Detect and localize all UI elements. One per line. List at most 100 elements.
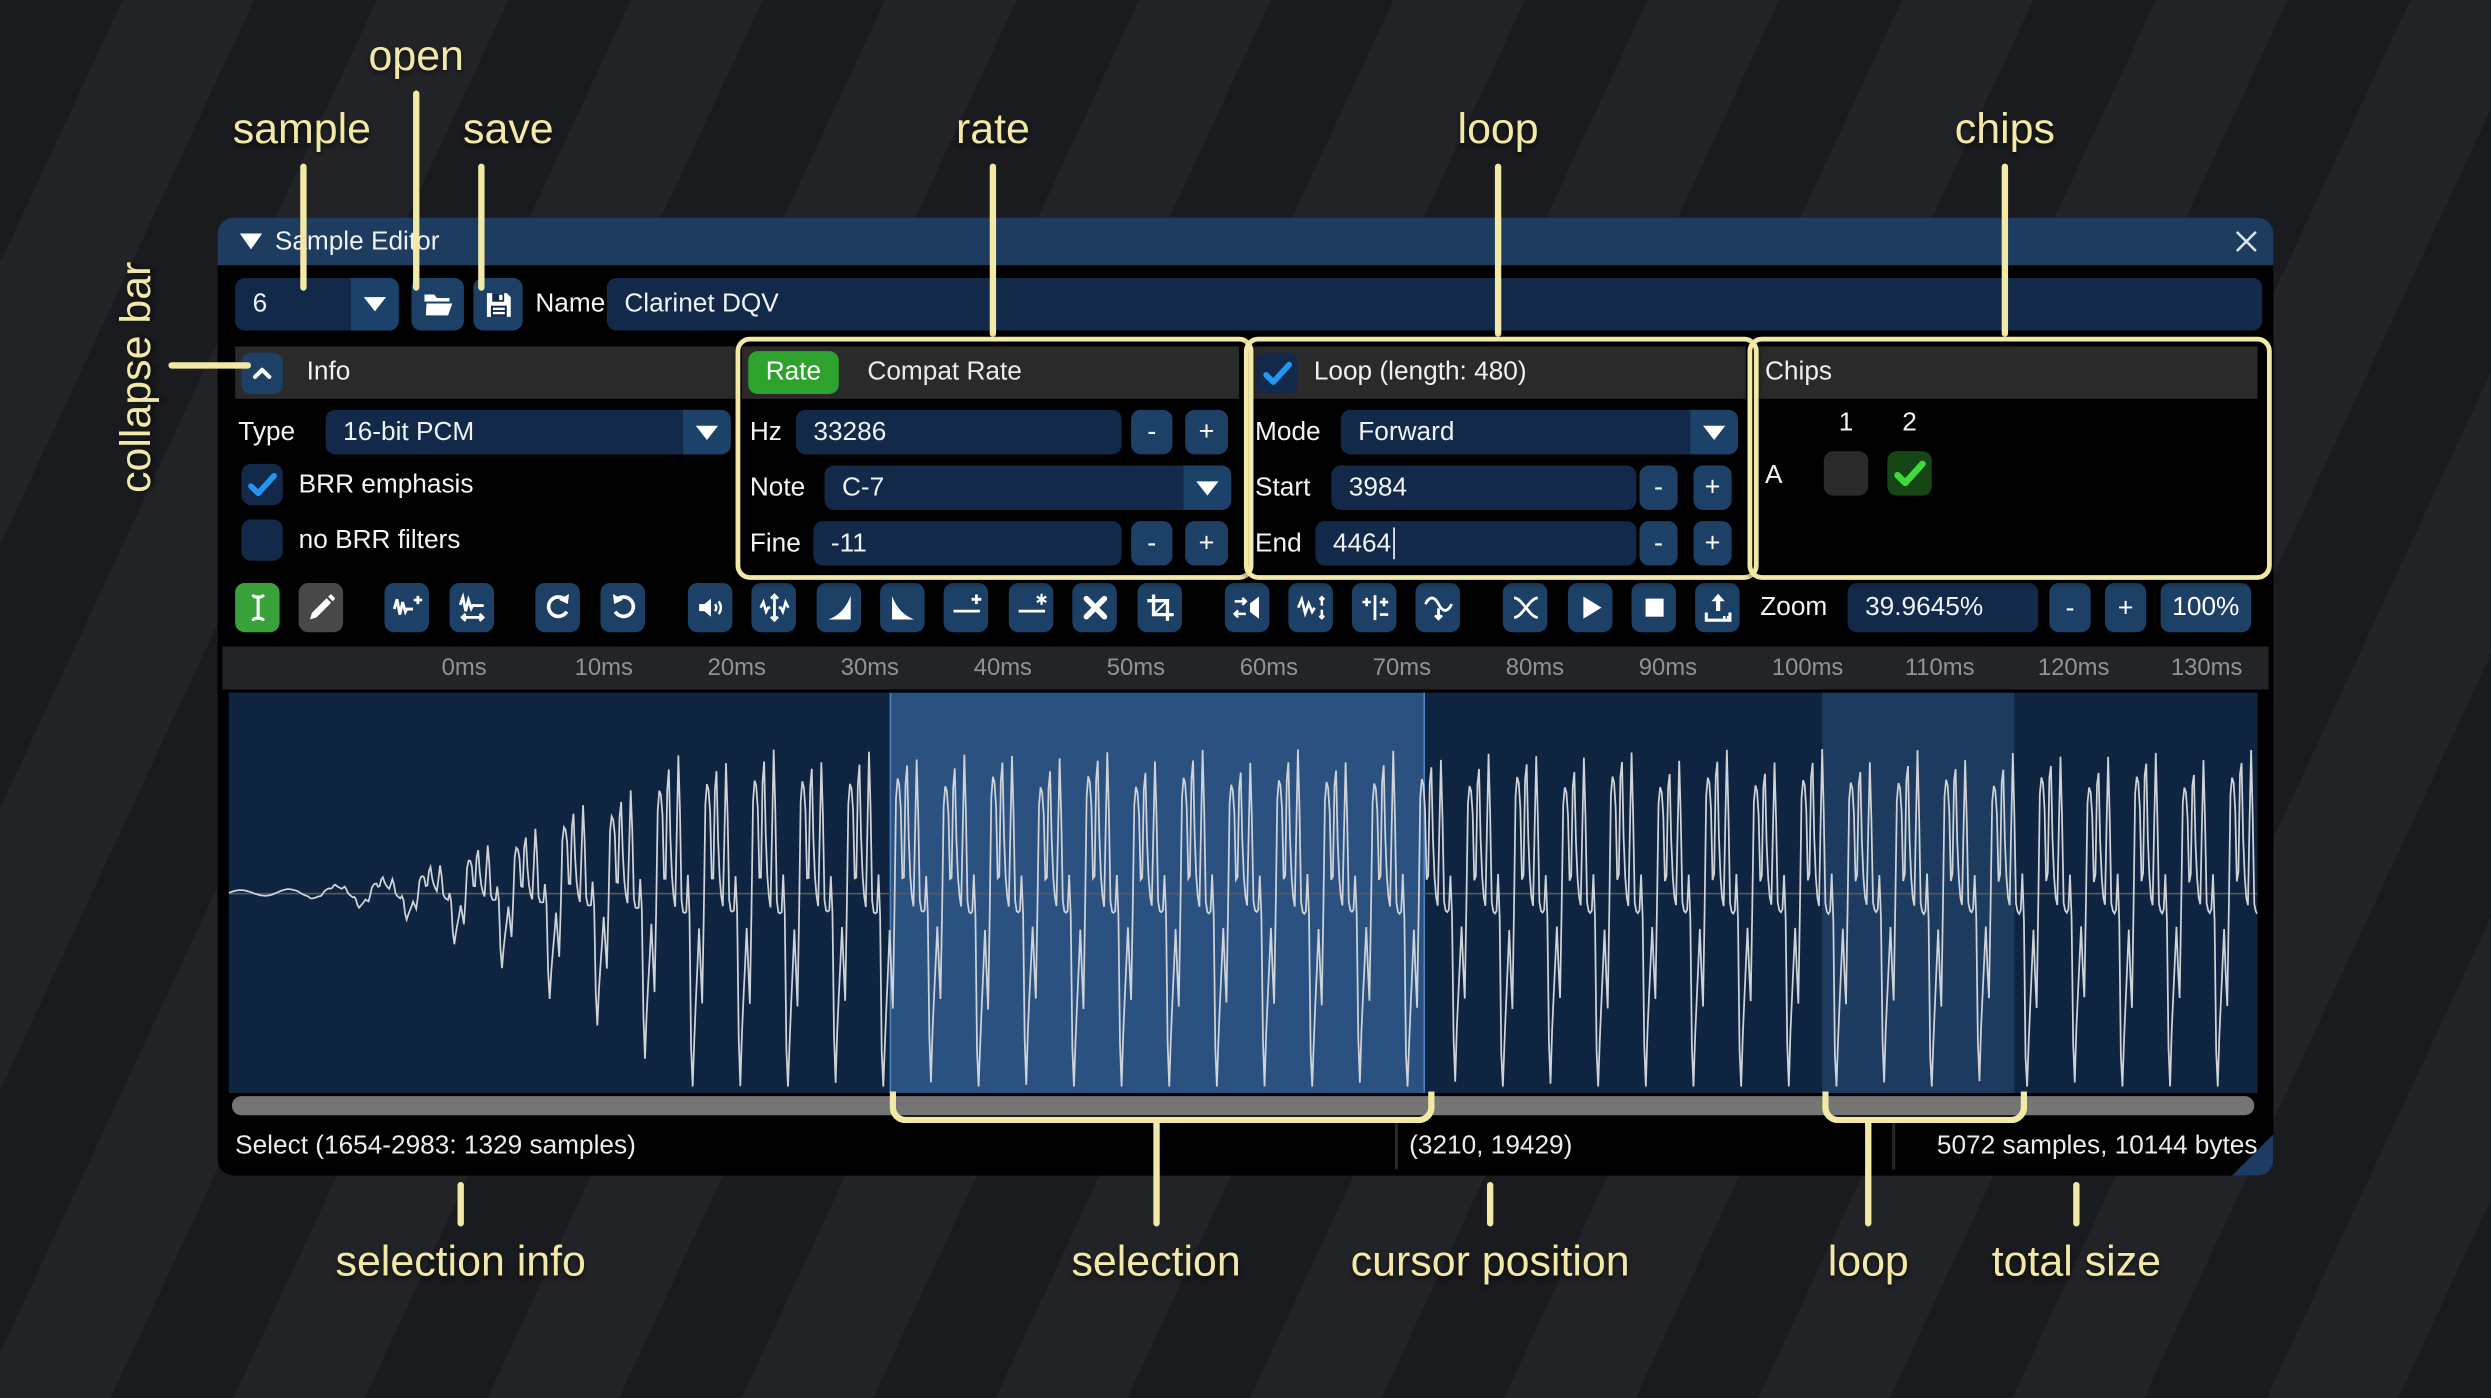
timeline-tick: 130ms [2170,654,2243,682]
insert-silence-button[interactable] [943,583,989,633]
window-title: Sample Editor [274,227,440,256]
loop-end-plus-button[interactable]: + [1693,521,1732,566]
hz-plus-button[interactable]: + [1185,409,1229,455]
sample-name-input[interactable]: Clarinet DQV [606,278,2263,331]
chevron-down-icon[interactable] [351,278,399,331]
apply-silence-button[interactable] [1008,583,1054,633]
trim-button[interactable] [1137,583,1182,633]
filter-button[interactable] [1415,583,1460,633]
text-caret [1392,527,1396,560]
info-collapse-button[interactable] [241,352,283,394]
floppy-save-icon [486,292,510,317]
select-mode-button[interactable] [235,583,280,633]
annotation-label-save: save [463,104,554,153]
timeline-tick: 120ms [2037,654,2110,682]
brr-emphasis-checkbox[interactable] [241,463,283,506]
hz-minus-button[interactable]: - [1131,409,1173,455]
invert-button[interactable] [1288,583,1333,633]
annotation-line-selection-info [457,1181,464,1227]
annotation-label-total-size: total size [1991,1237,2162,1286]
redo-icon [612,594,635,619]
reverse-button[interactable] [1224,583,1270,633]
stop-preview-button[interactable] [1631,583,1677,633]
type-select[interactable]: 16-bit PCM [325,409,731,455]
tab-rate[interactable]: Rate [748,351,839,394]
chip-checkbox[interactable] [1887,451,1932,496]
hz-label: Hz [749,417,782,446]
crossfade-button[interactable] [1502,583,1548,633]
zoom-reset-button[interactable]: 100% [2160,583,2252,633]
preview-sample-button[interactable] [1567,583,1613,633]
info-panel-title: Info [306,357,351,387]
waveform-display[interactable] [228,692,2258,1093]
chip-checkbox[interactable] [1823,451,1869,496]
loop-mode-select[interactable]: Forward [1340,409,1738,455]
open-sample-button[interactable] [411,278,464,331]
timeline-tick: 100ms [1771,654,1844,682]
timeline-ruler[interactable]: 0ms 10ms 20ms 30ms 40ms 50ms 60ms 70ms 80ms 90ms 1… [222,646,2269,690]
info-panel-header[interactable]: Info [235,346,736,399]
fine-input[interactable]: -11 [813,521,1122,566]
resize-button[interactable] [384,583,429,633]
loop-start-value: 3984 [1348,472,1408,502]
fade-in-button[interactable] [816,583,862,633]
undo-button[interactable] [535,583,580,633]
resample-button[interactable] [449,583,495,633]
annotation-label-selection: selection [1071,1237,1241,1286]
timeline-tick: 60ms [1239,654,1299,682]
chevron-down-icon[interactable] [683,409,731,455]
zoom-input[interactable]: 39.9645% [1847,583,2039,633]
redo-button[interactable] [600,583,645,633]
normalize-button[interactable] [751,583,796,633]
loop-start-plus-button[interactable]: + [1693,465,1732,510]
timeline-tick: 20ms [707,654,766,682]
fine-minus-button[interactable]: - [1131,521,1173,566]
page-background: Sample Editor 6 Name Clarinet DQV Info T… [0,0,2491,1398]
filter-icon [1423,596,1453,621]
ibeam-icon [250,594,264,622]
chevron-down-icon[interactable] [1690,409,1738,455]
window-titlebar[interactable]: Sample Editor [217,217,2274,266]
timeline-tick: 10ms [574,654,633,682]
make-instrument-button[interactable] [1695,583,1740,633]
annotation-label-cursor-position: cursor position [1350,1237,1630,1286]
zoom-in-button[interactable]: + [2104,583,2147,633]
loop-end-minus-button[interactable]: - [1639,521,1678,566]
note-select[interactable]: C-7 [824,465,1232,510]
tab-compat-rate[interactable]: Compat Rate [850,351,1039,394]
loop-enable-checkbox[interactable] [1256,352,1298,394]
no-brr-filters-checkbox[interactable] [241,519,283,561]
annotation-label-chips: chips [1954,104,2055,153]
loop-end-input[interactable]: 4464 [1315,521,1637,566]
chevron-down-icon[interactable] [1183,465,1232,510]
no-brr-filters-label: no BRR filters [298,525,461,554]
amplify-button[interactable] [687,583,733,633]
total-size-text: 5072 samples, 10144 bytes [1936,1131,2258,1160]
loop-start-minus-button[interactable]: - [1639,465,1678,510]
rate-panel-header: Rate Compat Rate [741,346,1240,399]
wave-plus-icon [392,595,422,616]
hz-input[interactable]: 33286 [795,409,1122,455]
delete-button[interactable] [1072,583,1117,633]
window-collapse-icon[interactable] [239,233,263,250]
invert-icon [1296,595,1325,620]
hz-value: 33286 [813,417,887,446]
save-sample-button[interactable] [473,278,523,331]
timeline-tick: 110ms [1904,654,1975,682]
fade-out-button[interactable] [880,583,925,633]
chips-grid: 1 2 A [1754,399,2258,566]
close-icon[interactable] [2232,227,2261,256]
timeline-tick: 90ms [1638,654,1698,682]
horizontal-scrollbar[interactable] [231,1096,2255,1116]
signed-unsigned-button[interactable] [1351,583,1397,633]
zoom-out-button[interactable]: - [2049,583,2091,633]
draw-mode-button[interactable] [298,583,344,633]
loop-start-input[interactable]: 3984 [1331,465,1637,510]
chips-panel-header: Chips [1753,346,2258,399]
undo-icon [546,594,569,619]
type-value: 16-bit PCM [343,417,475,446]
status-bar: Select (1654-2983: 1329 samples) (3210, … [218,1117,2274,1176]
check-icon [1263,361,1293,385]
fine-plus-button[interactable]: + [1185,521,1229,566]
sample-index-select[interactable]: 6 [235,278,399,331]
